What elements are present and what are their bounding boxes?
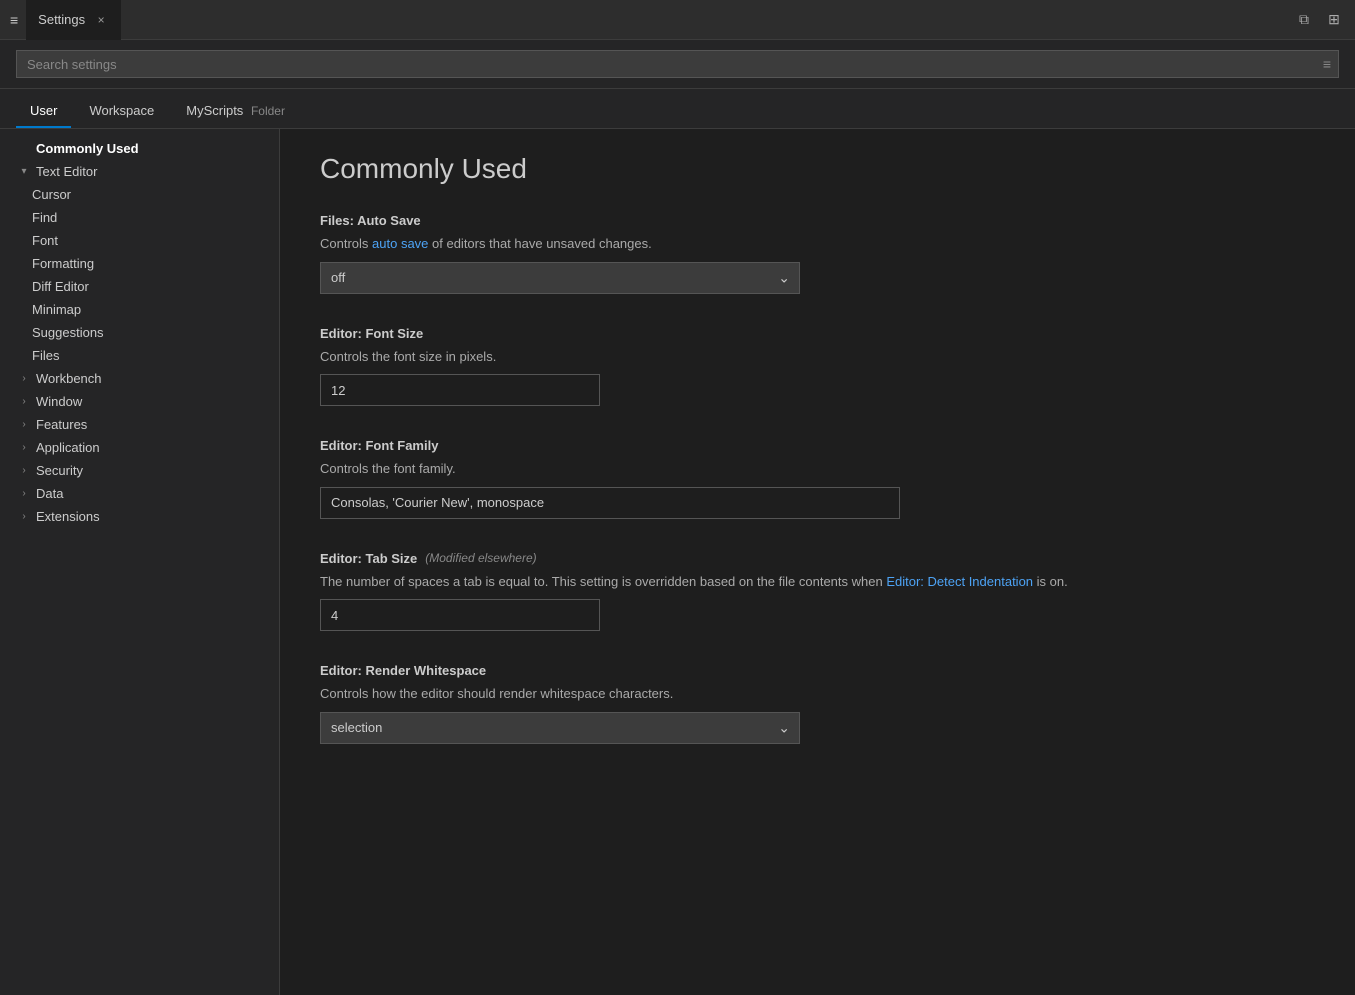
title-bar-left: ≡ Settings × xyxy=(10,0,121,40)
setting-editor-font-size: Editor: Font Size Controls the font size… xyxy=(320,326,1315,407)
chevron-right-icon: › xyxy=(16,373,32,384)
sidebar-item-text-editor[interactable]: ▾ Text Editor xyxy=(0,160,279,183)
search-bar-container: ≡ xyxy=(0,40,1355,89)
tab-folder-label: Folder xyxy=(251,104,285,118)
chevron-right-icon: › xyxy=(16,488,32,499)
split-editor-icon[interactable]: ⧉ xyxy=(1293,9,1315,31)
tabs-row: User Workspace MyScripts Folder xyxy=(0,89,1355,129)
filter-icon: ≡ xyxy=(1323,56,1331,72)
tab-label: Settings xyxy=(38,12,85,27)
render-whitespace-select-wrapper: none boundary selection trailing all xyxy=(320,712,800,744)
sidebar-item-files[interactable]: Files xyxy=(0,344,279,367)
title-bar: ≡ Settings × ⧉ ⊞ xyxy=(0,0,1355,40)
sidebar-item-suggestions[interactable]: Suggestions xyxy=(0,321,279,344)
setting-description-tab-size: The number of spaces a tab is equal to. … xyxy=(320,572,1315,592)
sidebar-item-formatting[interactable]: Formatting xyxy=(0,252,279,275)
tab-workspace[interactable]: Workspace xyxy=(75,95,168,128)
setting-editor-font-family: Editor: Font Family Controls the font fa… xyxy=(320,438,1315,519)
setting-editor-tab-size: Editor: Tab Size (Modified elsewhere) Th… xyxy=(320,551,1315,632)
section-title: Commonly Used xyxy=(320,153,1315,185)
title-bar-right: ⧉ ⊞ xyxy=(1293,9,1345,31)
close-tab-button[interactable]: × xyxy=(93,12,109,28)
sidebar-item-diff-editor[interactable]: Diff Editor xyxy=(0,275,279,298)
content-area: Commonly Used Files: Auto Save Controls … xyxy=(280,129,1355,995)
setting-label-files-auto-save: Files: Auto Save xyxy=(320,213,1315,228)
sidebar-item-application[interactable]: › Application xyxy=(0,436,279,459)
chevron-right-icon: › xyxy=(16,419,32,430)
sidebar-item-security[interactable]: › Security xyxy=(0,459,279,482)
setting-description-font-family: Controls the font family. xyxy=(320,459,1315,479)
sidebar-item-window[interactable]: › Window xyxy=(0,390,279,413)
main-layout: Commonly Used ▾ Text Editor Cursor Find … xyxy=(0,129,1355,995)
modified-label: (Modified elsewhere) xyxy=(425,551,536,565)
sidebar-item-font[interactable]: Font xyxy=(0,229,279,252)
setting-description-font-size: Controls the font size in pixels. xyxy=(320,347,1315,367)
setting-description-files-auto-save: Controls auto save of editors that have … xyxy=(320,234,1315,254)
detect-indentation-link[interactable]: Editor: Detect Indentation xyxy=(886,574,1033,589)
sidebar-item-commonly-used[interactable]: Commonly Used xyxy=(0,137,279,160)
files-auto-save-select[interactable]: off afterDelay onFocusChange onWindowCha… xyxy=(320,262,800,294)
chevron-right-icon: › xyxy=(16,396,32,407)
setting-editor-render-whitespace: Editor: Render Whitespace Controls how t… xyxy=(320,663,1315,744)
sidebar-item-workbench[interactable]: › Workbench xyxy=(0,367,279,390)
settings-tab[interactable]: Settings × xyxy=(26,0,121,40)
setting-label-font-size: Editor: Font Size xyxy=(320,326,1315,341)
sidebar-item-minimap[interactable]: Minimap xyxy=(0,298,279,321)
sidebar: Commonly Used ▾ Text Editor Cursor Find … xyxy=(0,129,280,995)
sidebar-item-cursor[interactable]: Cursor xyxy=(0,183,279,206)
sidebar-item-extensions[interactable]: › Extensions xyxy=(0,505,279,528)
chevron-down-icon: ▾ xyxy=(16,166,32,177)
setting-label-font-family: Editor: Font Family xyxy=(320,438,1315,453)
search-input[interactable] xyxy=(16,50,1339,78)
sidebar-item-data[interactable]: › Data xyxy=(0,482,279,505)
setting-label-tab-size: Editor: Tab Size (Modified elsewhere) xyxy=(320,551,1315,566)
chevron-right-icon: › xyxy=(16,511,32,522)
tab-user[interactable]: User xyxy=(16,95,71,128)
sidebar-item-features[interactable]: › Features xyxy=(0,413,279,436)
render-whitespace-select[interactable]: none boundary selection trailing all xyxy=(320,712,800,744)
chevron-right-icon: › xyxy=(16,442,32,453)
tab-myscripts[interactable]: MyScripts Folder xyxy=(172,95,299,128)
font-family-input[interactable] xyxy=(320,487,900,519)
auto-save-link[interactable]: auto save xyxy=(372,236,428,251)
menu-icon[interactable]: ≡ xyxy=(10,12,18,28)
setting-files-auto-save: Files: Auto Save Controls auto save of e… xyxy=(320,213,1315,294)
open-settings-json-icon[interactable]: ⊞ xyxy=(1323,9,1345,31)
files-auto-save-select-wrapper: off afterDelay onFocusChange onWindowCha… xyxy=(320,262,800,294)
setting-description-render-whitespace: Controls how the editor should render wh… xyxy=(320,684,1315,704)
sidebar-item-find[interactable]: Find xyxy=(0,206,279,229)
font-size-input[interactable] xyxy=(320,374,600,406)
chevron-right-icon: › xyxy=(16,465,32,476)
tab-size-input[interactable] xyxy=(320,599,600,631)
setting-label-render-whitespace: Editor: Render Whitespace xyxy=(320,663,1315,678)
